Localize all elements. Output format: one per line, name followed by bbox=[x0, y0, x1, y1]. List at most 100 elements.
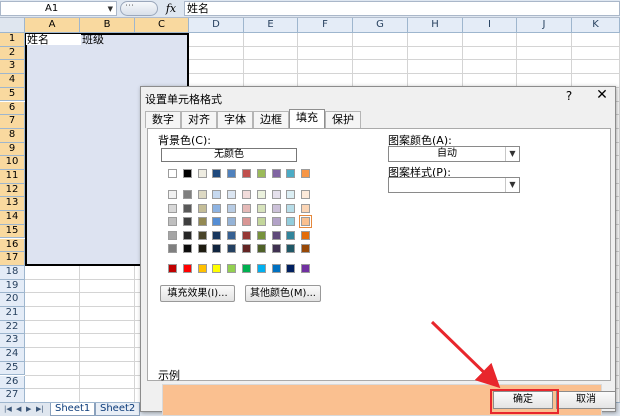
column-header-b[interactable]: B bbox=[80, 18, 135, 33]
color-swatch[interactable] bbox=[212, 169, 222, 178]
row-header-11[interactable]: 11 bbox=[0, 170, 25, 184]
color-swatch[interactable] bbox=[256, 169, 266, 178]
more-colors-button[interactable]: 其他颜色(M)... bbox=[245, 285, 321, 302]
sheet-tab-sheet2[interactable]: Sheet2 bbox=[95, 403, 141, 416]
row-header-2[interactable]: 2 bbox=[0, 46, 25, 61]
name-box[interactable]: A1 ▼ bbox=[0, 1, 117, 16]
cancel-button[interactable]: 取消 bbox=[556, 391, 616, 409]
row-header-22[interactable]: 22 bbox=[0, 320, 25, 335]
cell-b1[interactable]: 班级 bbox=[82, 34, 104, 46]
color-swatch[interactable] bbox=[271, 190, 281, 199]
color-swatch[interactable] bbox=[182, 217, 192, 226]
color-swatch[interactable] bbox=[271, 217, 281, 226]
color-swatch[interactable] bbox=[242, 217, 251, 226]
color-swatch[interactable] bbox=[212, 190, 222, 199]
row-header-26[interactable]: 26 bbox=[0, 375, 25, 390]
color-swatch[interactable] bbox=[242, 169, 251, 178]
row-header-18[interactable]: 18 bbox=[0, 265, 25, 280]
first-sheet-icon[interactable]: |◀ bbox=[4, 405, 12, 413]
row-header-25[interactable]: 25 bbox=[0, 361, 25, 376]
color-swatch[interactable] bbox=[256, 190, 266, 199]
tab-number[interactable]: 数字 bbox=[145, 111, 181, 128]
color-swatch[interactable] bbox=[212, 244, 222, 253]
pattern-style-select[interactable]: ▼ bbox=[388, 177, 520, 193]
color-swatch[interactable] bbox=[301, 203, 311, 213]
color-swatch[interactable] bbox=[182, 230, 192, 240]
chevron-down-icon[interactable]: ▼ bbox=[505, 147, 519, 161]
chevron-down-icon[interactable]: ▼ bbox=[108, 5, 113, 13]
row-header-1[interactable]: 1 bbox=[0, 33, 25, 47]
row-header-16[interactable]: 16 bbox=[0, 238, 25, 253]
row-header-21[interactable]: 21 bbox=[0, 307, 25, 321]
color-swatch[interactable] bbox=[227, 217, 237, 226]
column-header-d[interactable]: D bbox=[189, 18, 244, 33]
color-swatch[interactable] bbox=[168, 244, 177, 253]
color-swatch[interactable] bbox=[182, 264, 192, 273]
no-color-button[interactable]: 无颜色 bbox=[161, 148, 297, 162]
color-swatch[interactable] bbox=[271, 169, 281, 178]
row-header-8[interactable]: 8 bbox=[0, 128, 25, 143]
color-swatch[interactable] bbox=[242, 230, 251, 240]
color-swatch[interactable] bbox=[212, 217, 222, 226]
next-sheet-icon[interactable]: ▶ bbox=[26, 405, 31, 413]
color-swatch[interactable] bbox=[197, 169, 207, 178]
color-swatch[interactable] bbox=[197, 230, 207, 240]
color-swatch[interactable] bbox=[301, 264, 311, 273]
color-swatch[interactable] bbox=[286, 203, 296, 213]
tab-protection[interactable]: 保护 bbox=[325, 111, 361, 128]
color-swatch[interactable] bbox=[242, 244, 251, 253]
color-swatch[interactable] bbox=[286, 190, 296, 199]
color-swatch[interactable] bbox=[182, 244, 192, 253]
formula-input[interactable]: 姓名 bbox=[184, 1, 620, 16]
row-header-6[interactable]: 6 bbox=[0, 101, 25, 116]
color-swatch[interactable] bbox=[286, 244, 296, 253]
color-swatch[interactable] bbox=[212, 230, 222, 240]
color-swatch[interactable] bbox=[301, 230, 311, 240]
row-header-7[interactable]: 7 bbox=[0, 115, 25, 129]
color-swatch[interactable] bbox=[227, 264, 237, 273]
row-header-3[interactable]: 3 bbox=[0, 60, 25, 75]
color-swatch[interactable] bbox=[227, 230, 237, 240]
formula-bar-splitter[interactable]: ⋯ bbox=[120, 1, 158, 16]
column-header-i[interactable]: I bbox=[463, 18, 517, 33]
color-swatch[interactable] bbox=[168, 217, 177, 226]
color-swatch[interactable] bbox=[256, 244, 266, 253]
color-swatch[interactable] bbox=[227, 190, 237, 199]
color-swatch[interactable] bbox=[286, 264, 296, 273]
tab-border[interactable]: 边框 bbox=[253, 111, 289, 128]
color-swatch[interactable] bbox=[168, 169, 177, 178]
row-header-17[interactable]: 17 bbox=[0, 252, 25, 266]
prev-sheet-icon[interactable]: ◀ bbox=[16, 405, 21, 413]
color-swatch[interactable] bbox=[286, 217, 296, 226]
color-swatch[interactable] bbox=[182, 190, 192, 199]
sheet-tab-sheet1[interactable]: Sheet1 bbox=[50, 403, 96, 416]
color-swatch[interactable] bbox=[271, 264, 281, 273]
last-sheet-icon[interactable]: ▶| bbox=[36, 405, 44, 413]
color-swatch[interactable] bbox=[256, 217, 266, 226]
row-header-19[interactable]: 19 bbox=[0, 279, 25, 294]
row-header-10[interactable]: 10 bbox=[0, 156, 25, 170]
column-header-k[interactable]: K bbox=[572, 18, 620, 33]
column-header-h[interactable]: H bbox=[408, 18, 463, 33]
column-header-g[interactable]: G bbox=[353, 18, 408, 33]
color-swatch[interactable] bbox=[212, 203, 222, 213]
color-swatch[interactable] bbox=[168, 190, 177, 199]
pattern-color-select[interactable]: 自动 ▼ bbox=[388, 146, 520, 162]
row-header-5[interactable]: 5 bbox=[0, 87, 25, 102]
help-button[interactable]: ? bbox=[561, 89, 577, 103]
close-button[interactable]: ✕ bbox=[593, 87, 611, 103]
row-header-20[interactable]: 20 bbox=[0, 293, 25, 307]
color-swatch[interactable] bbox=[301, 190, 311, 199]
column-header-j[interactable]: J bbox=[517, 18, 572, 33]
color-swatch[interactable] bbox=[256, 264, 266, 273]
color-swatch[interactable] bbox=[227, 244, 237, 253]
row-header-9[interactable]: 9 bbox=[0, 142, 25, 157]
color-swatch[interactable] bbox=[301, 244, 311, 253]
tab-font[interactable]: 字体 bbox=[217, 111, 253, 128]
row-header-24[interactable]: 24 bbox=[0, 348, 25, 362]
color-swatch[interactable] bbox=[256, 230, 266, 240]
color-swatch[interactable] bbox=[197, 244, 207, 253]
color-swatch[interactable] bbox=[197, 203, 207, 213]
fill-effects-button[interactable]: 填充效果(I)... bbox=[160, 285, 235, 302]
color-swatch[interactable] bbox=[271, 244, 281, 253]
